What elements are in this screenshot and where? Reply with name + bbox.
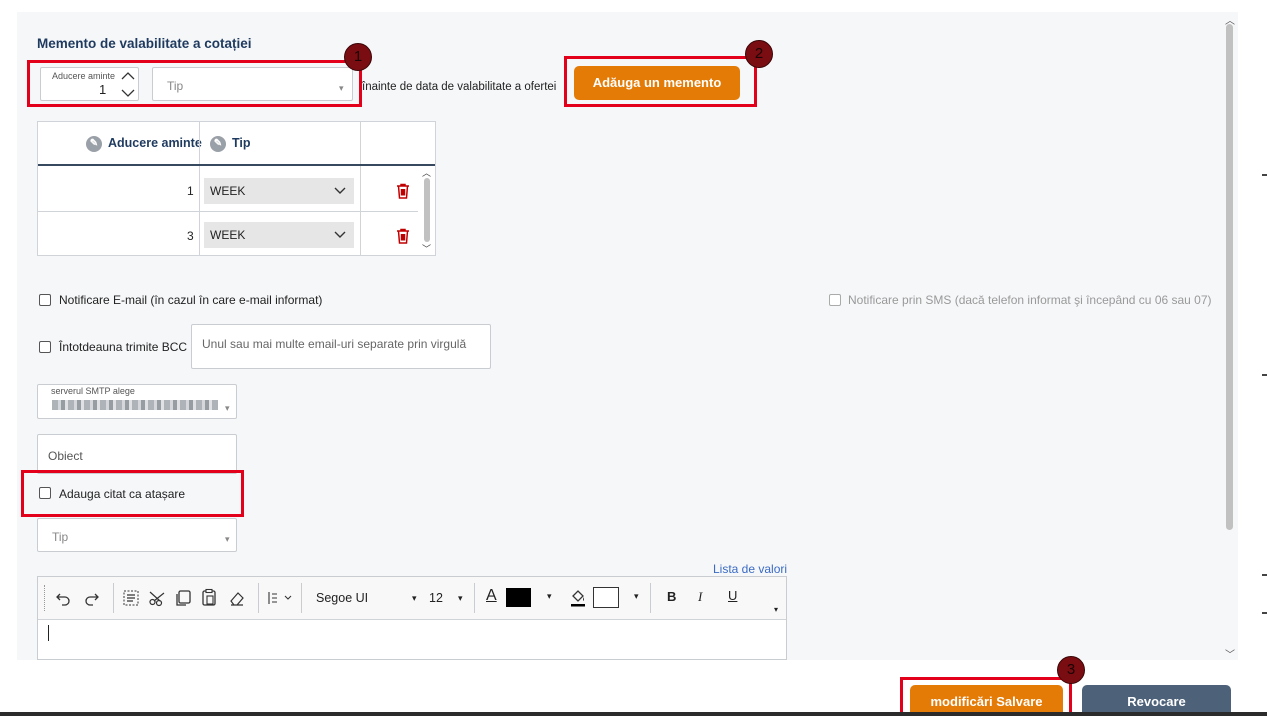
attach-quote-checkbox[interactable] [39, 487, 51, 499]
bcc-checkbox[interactable] [39, 341, 51, 353]
font-size-select[interactable]: 12 ▾ [425, 585, 467, 611]
italic-button[interactable]: I [698, 589, 702, 605]
underline-button[interactable]: U [728, 588, 737, 603]
trash-icon[interactable] [394, 182, 412, 200]
background-divider [1262, 574, 1267, 576]
smtp-value-redacted [52, 400, 218, 410]
dropdown-caret-icon: ▾ [225, 403, 230, 413]
editor-toolbar: Segoe UI ▾ 12 ▾ A ▾ ▾ B I U ▾ [38, 577, 786, 620]
background-divider [1262, 174, 1267, 176]
highlight-color-swatch[interactable] [593, 587, 619, 608]
bcc-label: Întotdeauna trimite BCC [59, 340, 188, 354]
row-type-value: WEEK [210, 184, 246, 198]
toolbar-separator [474, 583, 475, 613]
redo-icon[interactable] [84, 590, 100, 606]
paste-icon[interactable] [200, 588, 218, 607]
scroll-down-icon[interactable]: ﹀ [1225, 646, 1235, 661]
toolbar-separator [113, 583, 114, 613]
step-badge-2: 2 [745, 40, 773, 68]
dropdown-caret-icon: ▾ [458, 593, 463, 603]
undo-icon[interactable] [55, 590, 71, 606]
scrollbar-thumb[interactable] [424, 178, 430, 242]
table-row: 1 WEEK [38, 166, 418, 212]
bcc-placeholder: Unul sau mai multe email-uri separate pr… [202, 337, 467, 351]
background-window-edge [1255, 0, 1267, 716]
scrollbar-thumb[interactable] [1226, 24, 1233, 530]
bcc-email-input[interactable]: Unul sau mai multe email-uri separate pr… [191, 324, 491, 369]
dropdown-caret-icon: ▾ [412, 593, 417, 603]
select-all-icon[interactable] [122, 589, 140, 607]
toolbar-separator [301, 583, 302, 613]
template-type-select[interactable]: Tip ▾ [37, 518, 237, 552]
highlight-color-dropdown-icon[interactable]: ▾ [634, 591, 639, 602]
toolbar-separator [258, 583, 259, 613]
highlight-color-icon[interactable] [569, 587, 587, 607]
column-header-reminder[interactable]: ✎ Aducere aminte [86, 122, 202, 164]
column-header-label: Aducere aminte [108, 136, 202, 150]
paragraph-format-icon[interactable] [267, 590, 295, 606]
row-reminder-value[interactable]: 1 [187, 184, 194, 198]
table-row: 3 WEEK [38, 212, 418, 255]
smtp-label: serverul SMTP alege [51, 386, 135, 396]
scroll-down-icon[interactable]: ﹀ [422, 242, 431, 255]
row-reminder-value[interactable]: 3 [187, 229, 194, 243]
trash-icon[interactable] [394, 227, 412, 245]
column-header-type[interactable]: ✎ Tip [210, 122, 251, 164]
step-badge-1: 1 [344, 43, 372, 71]
toolbar-grip [44, 585, 46, 611]
highlight-box-1 [27, 60, 362, 107]
toolbar-separator [650, 583, 651, 613]
row-type-select[interactable]: WEEK [204, 178, 354, 204]
sms-notification-checkbox[interactable] [829, 294, 841, 306]
subject-input[interactable]: Obiect [37, 434, 237, 474]
reminder-suffix-text: înainte de data de valabilitate a oferte… [362, 81, 557, 93]
font-family-select[interactable]: Segoe UI ▾ [308, 585, 418, 611]
rich-text-editor: Segoe UI ▾ 12 ▾ A ▾ ▾ B I U ▾ [37, 576, 787, 660]
background-divider [1262, 374, 1267, 376]
toolbar-overflow-icon[interactable]: ▾ [774, 605, 778, 614]
row-type-value: WEEK [210, 228, 246, 242]
value-list-link[interactable]: Lista de valori [713, 562, 787, 576]
template-type-placeholder: Tip [52, 530, 69, 544]
clear-formatting-icon[interactable] [228, 589, 246, 607]
dropdown-caret-icon: ▾ [225, 534, 230, 544]
email-notification-checkbox[interactable] [39, 294, 51, 306]
sms-notification-label: Notificare prin SMS (dacă telefon inform… [848, 293, 1212, 307]
edit-pencil-icon: ✎ [86, 135, 102, 152]
window-bottom-edge [0, 712, 1267, 716]
row-type-select[interactable]: WEEK [204, 222, 354, 248]
edit-pencil-icon: ✎ [210, 135, 226, 152]
section-title: Memento de valabilitate a cotației [37, 36, 252, 51]
panel-scrollbar[interactable]: ︿ ﹀ [1222, 12, 1238, 661]
copy-icon[interactable] [174, 589, 192, 607]
attach-quote-label: Adauga citat ca atașare [59, 487, 186, 501]
font-color-icon[interactable]: A [486, 587, 497, 605]
font-color-swatch[interactable] [506, 588, 531, 607]
font-size-value: 12 [429, 591, 443, 605]
reminders-table: ✎ Aducere aminte ✎ Tip 1 WEEK 3 WEEK ︿ ﹀ [37, 121, 436, 256]
chevron-down-icon [334, 231, 346, 238]
bold-button[interactable]: B [667, 589, 676, 604]
text-cursor [48, 625, 49, 641]
add-reminder-button[interactable]: Adăuga un memento [574, 66, 740, 100]
cut-icon[interactable] [148, 589, 166, 607]
editor-content-area[interactable] [39, 620, 773, 659]
email-notification-label: Notificare E-mail (în cazul în care e-ma… [59, 293, 323, 307]
table-scrollbar[interactable]: ︿ ﹀ [420, 166, 434, 255]
column-header-label: Tip [232, 136, 251, 150]
step-badge-3: 3 [1057, 656, 1085, 684]
font-color-dropdown-icon[interactable]: ▾ [547, 591, 552, 602]
smtp-server-select[interactable]: serverul SMTP alege ▾ [37, 384, 237, 419]
background-divider [1262, 612, 1267, 614]
font-family-value: Segoe UI [316, 591, 369, 605]
subject-placeholder: Obiect [48, 449, 83, 463]
chevron-down-icon [334, 187, 346, 194]
